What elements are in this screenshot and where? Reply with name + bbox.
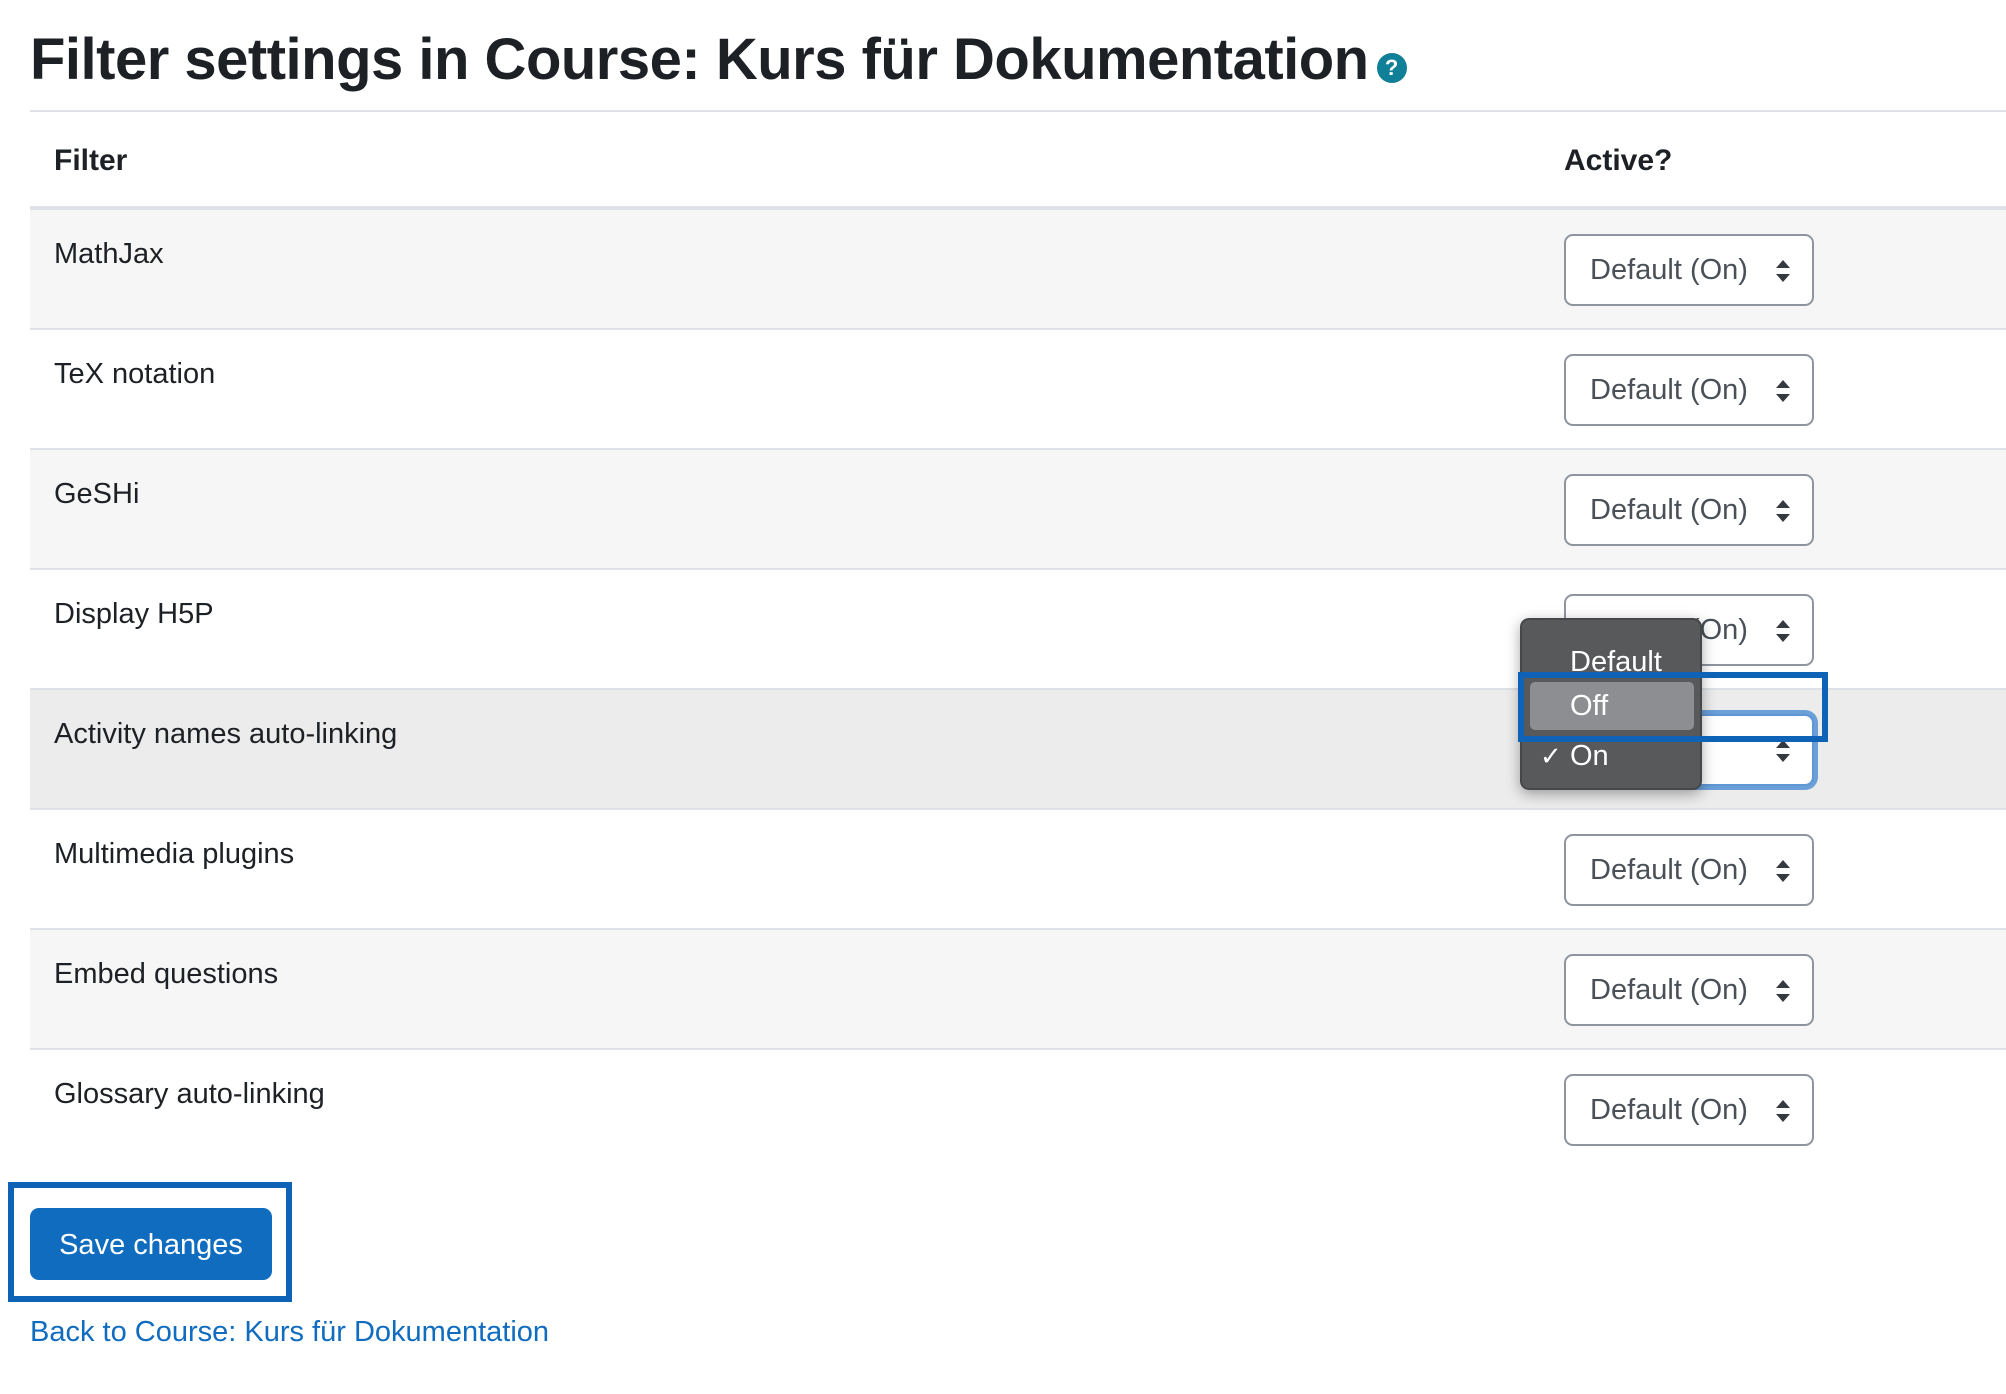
select-value: Default (On) bbox=[1590, 253, 1748, 286]
active-select-geshi[interactable]: Default (On) bbox=[1564, 474, 1814, 546]
filter-name: GeSHi bbox=[54, 478, 140, 510]
select-arrows-icon bbox=[1776, 380, 1790, 402]
checkmark-icon: ✓ bbox=[1540, 741, 1562, 771]
filter-table: Filter Active? MathJax Default (On) TeX … bbox=[30, 110, 2006, 1170]
select-arrows-icon bbox=[1776, 860, 1790, 882]
page-title: Filter settings in Course: Kurs für Doku… bbox=[30, 27, 1369, 92]
filter-name: Glossary auto-linking bbox=[54, 1078, 325, 1110]
back-to-course-link[interactable]: Back to Course: Kurs für Dokumentation bbox=[30, 1316, 549, 1349]
title-row: Filter settings in Course: Kurs für Doku… bbox=[30, 22, 1407, 98]
active-select-glossary[interactable]: Default (On) bbox=[1564, 1074, 1814, 1146]
select-value: Default (On) bbox=[1590, 1093, 1748, 1126]
dropdown-option-off[interactable]: Off bbox=[1530, 682, 1694, 730]
select-value: Default (On) bbox=[1590, 853, 1748, 886]
select-value: Default (On) bbox=[1590, 973, 1748, 1006]
select-value: Default (On) bbox=[1590, 373, 1748, 406]
select-arrows-icon bbox=[1776, 260, 1790, 282]
save-changes-button[interactable]: Save changes bbox=[30, 1208, 272, 1280]
select-value: Default (On) bbox=[1590, 493, 1748, 526]
table-row: TeX notation Default (On) bbox=[30, 330, 2006, 450]
filter-name: MathJax bbox=[54, 238, 164, 270]
filter-name: Activity names auto-linking bbox=[54, 718, 398, 750]
table-row: Glossary auto-linking Default (On) bbox=[30, 1050, 2006, 1170]
active-select-multimedia[interactable]: Default (On) bbox=[1564, 834, 1814, 906]
table-row: Multimedia plugins Default (On) bbox=[30, 810, 2006, 930]
select-arrows-icon bbox=[1776, 1100, 1790, 1122]
select-dropdown-menu: Default (On) Off ✓ On bbox=[1520, 618, 1702, 790]
select-arrows-icon bbox=[1776, 980, 1790, 1002]
table-row: Embed questions Default (On) bbox=[30, 930, 2006, 1050]
active-select-embed-questions[interactable]: Default (On) bbox=[1564, 954, 1814, 1026]
select-arrows-icon bbox=[1776, 500, 1790, 522]
table-row: GeSHi Default (On) bbox=[30, 450, 2006, 570]
select-arrows-icon bbox=[1776, 740, 1790, 762]
select-arrows-icon bbox=[1776, 620, 1790, 642]
table-header: Filter Active? bbox=[30, 112, 2006, 210]
column-header-active: Active? bbox=[1564, 144, 1673, 177]
active-select-tex[interactable]: Default (On) bbox=[1564, 354, 1814, 426]
filter-name: Display H5P bbox=[54, 598, 214, 630]
filter-name: Multimedia plugins bbox=[54, 838, 295, 870]
filter-name: TeX notation bbox=[54, 358, 216, 390]
dropdown-option-on[interactable]: ✓ On bbox=[1530, 732, 1694, 780]
filter-name: Embed questions bbox=[54, 958, 279, 990]
active-select-mathjax[interactable]: Default (On) bbox=[1564, 234, 1814, 306]
table-row: Activity names auto-linking On bbox=[30, 690, 2006, 810]
column-header-filter: Filter bbox=[54, 144, 128, 177]
dropdown-option-default-on[interactable]: Default (On) bbox=[1530, 638, 1694, 726]
question-circle-icon[interactable]: ? bbox=[1376, 53, 1407, 83]
table-row: Display H5P Default (On) bbox=[30, 570, 2006, 690]
table-row: MathJax Default (On) bbox=[30, 210, 2006, 330]
